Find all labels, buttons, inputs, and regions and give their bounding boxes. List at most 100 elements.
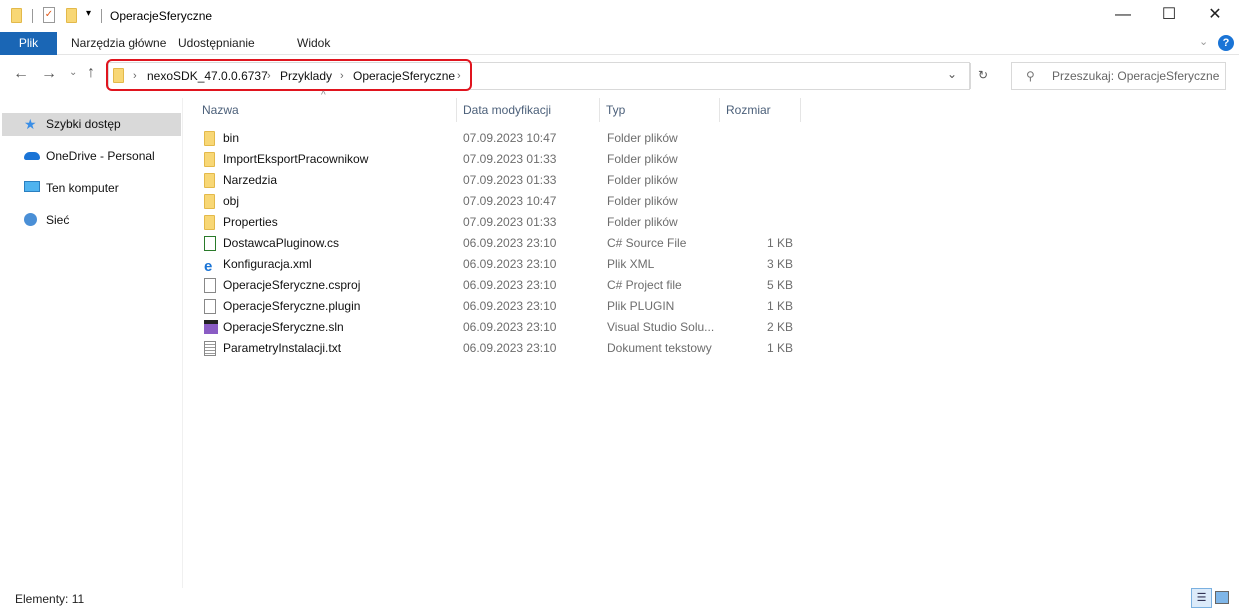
file-date: 07.09.2023 01:33: [463, 173, 557, 187]
star-icon: ★: [24, 116, 37, 132]
file-name: bin: [223, 131, 240, 145]
customize-toolbar-icon[interactable]: ▾: [86, 8, 91, 19]
file-type: Folder plików: [607, 194, 678, 208]
file-row[interactable]: e Konfiguracja.xml 06.09.2023 23:10 Plik XM…: [196, 254, 801, 275]
sidebar-item-onedrive[interactable]: OneDrive - Personal: [2, 145, 181, 168]
file-name: OperacjeSferyczne.plugin: [223, 299, 361, 313]
navigation-pane: ★ Szybki dostęp OneDrive - Personal Ten …: [0, 98, 183, 588]
file-type: Dokument tekstowy: [607, 341, 712, 355]
file-date: 06.09.2023 23:10: [463, 299, 557, 313]
divider: [101, 9, 102, 23]
maximize-button[interactable]: ☐: [1146, 0, 1192, 32]
details-view-button[interactable]: ☰: [1191, 588, 1212, 608]
tab-plik[interactable]: Plik: [0, 32, 57, 55]
address-highlight: [106, 59, 472, 91]
folder-icon: [204, 152, 215, 167]
file-icon: [204, 299, 216, 314]
recent-locations-icon[interactable]: ⌄: [69, 67, 77, 78]
file-row[interactable]: OperacjeSferyczne.plugin 06.09.2023 23:10…: [196, 296, 801, 317]
file-size: 5 KB: [766, 278, 793, 292]
tab-narzedzia-glowne[interactable]: Narzędzia główne: [71, 32, 166, 55]
title-bar: ✓ ▾ OperacjeSferyczne — ☐ ✕: [0, 0, 1239, 32]
file-row[interactable]: Narzedzia 07.09.2023 01:33 Folder plików: [196, 170, 801, 191]
sidebar-item-label: OneDrive - Personal: [46, 149, 155, 163]
refresh-icon[interactable]: ↻: [978, 68, 988, 82]
sidebar-item-siec[interactable]: Sieć: [2, 209, 181, 232]
column-header-name[interactable]: Nazwa: [196, 98, 457, 122]
file-name: Konfiguracja.xml: [223, 257, 312, 271]
folder-icon: [11, 8, 22, 23]
back-icon[interactable]: ←: [13, 65, 29, 83]
folder-icon: [204, 131, 215, 146]
expand-ribbon-icon[interactable]: ⌄: [1199, 35, 1208, 48]
search-icon: ⚲: [1026, 69, 1035, 83]
file-type: Plik XML: [607, 257, 655, 271]
network-icon: [24, 213, 37, 226]
properties-icon[interactable]: ✓: [43, 7, 55, 23]
file-name: obj: [223, 194, 240, 208]
status-item-count: Elementy: 11: [15, 592, 85, 606]
search-input[interactable]: ⚲ Przeszukaj: OperacjeSferyczne: [1011, 62, 1226, 90]
up-icon[interactable]: ↑: [87, 64, 95, 82]
file-type: Folder plików: [607, 215, 678, 229]
file-size: 1 KB: [766, 299, 793, 313]
file-type: Plik PLUGIN: [607, 299, 675, 313]
divider: [32, 9, 33, 23]
column-header-size[interactable]: Rozmiar: [720, 98, 801, 122]
file-type: Visual Studio Solu...: [607, 320, 715, 334]
file-size: 1 KB: [766, 236, 793, 250]
xml-file-icon: e: [204, 258, 213, 275]
window-title: OperacjeSferyczne: [110, 9, 213, 23]
divider: [970, 63, 971, 89]
file-date: 06.09.2023 23:10: [463, 257, 557, 271]
column-header-type[interactable]: Typ: [600, 98, 720, 122]
file-date: 07.09.2023 10:47: [463, 194, 557, 208]
file-row[interactable]: OperacjeSferyczne.sln 06.09.2023 23:10 Vis…: [196, 317, 801, 338]
sidebar-item-ten-komputer[interactable]: Ten komputer: [2, 177, 181, 200]
cs-file-icon: [204, 236, 216, 251]
file-date: 07.09.2023 10:47: [463, 131, 557, 145]
cloud-icon: [24, 152, 40, 160]
forward-icon[interactable]: →: [41, 65, 57, 83]
file-row[interactable]: DostawcaPluginow.cs 06.09.2023 23:10 C# So…: [196, 233, 801, 254]
file-date: 06.09.2023 23:10: [463, 341, 557, 355]
file-date: 07.09.2023 01:33: [463, 215, 557, 229]
tab-widok[interactable]: Widok: [297, 32, 330, 55]
minimize-button[interactable]: —: [1100, 0, 1146, 32]
file-row[interactable]: bin 07.09.2023 10:47 Folder plików: [196, 128, 801, 149]
help-icon[interactable]: ?: [1218, 35, 1234, 51]
folder-icon: [204, 215, 215, 230]
search-placeholder: Przeszukaj: OperacjeSferyczne: [1052, 69, 1220, 83]
file-name: Properties: [223, 215, 278, 229]
large-icons-view-button[interactable]: [1215, 591, 1229, 604]
text-file-icon: [204, 341, 216, 356]
file-date: 07.09.2023 01:33: [463, 152, 557, 166]
ribbon-tabs: Plik Narzędzia główne Udostępnianie Wido…: [0, 32, 1239, 55]
sidebar-item-label: Szybki dostęp: [46, 117, 121, 131]
file-type: C# Project file: [607, 278, 682, 292]
file-row[interactable]: obj 07.09.2023 10:47 Folder plików: [196, 191, 801, 212]
file-type: Folder plików: [607, 131, 678, 145]
column-header-date[interactable]: Data modyfikacji: [457, 98, 600, 122]
file-date: 06.09.2023 23:10: [463, 236, 557, 250]
computer-icon: [24, 181, 40, 192]
file-row[interactable]: OperacjeSferyczne.csproj 06.09.2023 23:10…: [196, 275, 801, 296]
file-row[interactable]: ImportEksportPracownikow 07.09.2023 01:33…: [196, 149, 801, 170]
file-size: 2 KB: [766, 320, 793, 334]
sidebar-item-szybki-dostep[interactable]: ★ Szybki dostęp: [2, 113, 181, 136]
folder-icon: [204, 194, 215, 209]
file-type: Folder plików: [607, 173, 678, 187]
file-name: OperacjeSferyczne.csproj: [223, 278, 361, 292]
file-size: 1 KB: [766, 341, 793, 355]
file-row[interactable]: ParametryInstalacji.txt 06.09.2023 23:10 D…: [196, 338, 801, 359]
file-type: Folder plików: [607, 152, 678, 166]
tab-udostepnianie[interactable]: Udostępnianie: [178, 32, 255, 55]
file-row[interactable]: Properties 07.09.2023 01:33 Folder plików: [196, 212, 801, 233]
file-name: ParametryInstalacji.txt: [223, 341, 342, 355]
address-history-icon[interactable]: ⌄: [947, 67, 957, 81]
new-folder-icon[interactable]: [66, 8, 77, 23]
folder-icon: [204, 173, 215, 188]
close-button[interactable]: ✕: [1192, 0, 1238, 32]
file-type: C# Source File: [607, 236, 687, 250]
file-name: ImportEksportPracownikow: [223, 152, 369, 166]
